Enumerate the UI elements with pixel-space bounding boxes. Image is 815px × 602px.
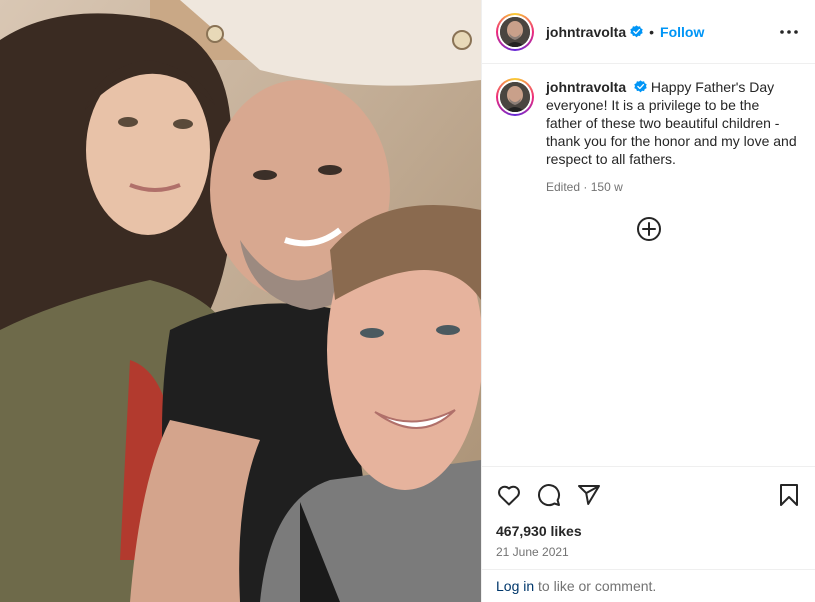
separator-dot: •: [649, 23, 655, 40]
post-photo[interactable]: [0, 0, 481, 602]
post-age[interactable]: 150 w: [591, 180, 623, 194]
login-prompt: Log in to like or comment.: [482, 569, 815, 602]
login-link[interactable]: Log in: [496, 578, 534, 594]
post-date: 21 June 2021: [496, 545, 569, 559]
login-rest-text: to like or comment.: [534, 578, 657, 594]
caption-username[interactable]: johntravolta: [546, 79, 626, 95]
actions-section: 467,930 likes 21 June 2021: [482, 466, 815, 559]
meta-separator: ·: [583, 180, 588, 194]
caption-story-ring[interactable]: [496, 78, 534, 116]
post-header: johntravolta • Follow: [482, 0, 815, 64]
caption-verified-badge-icon: [634, 80, 647, 93]
share-icon[interactable]: [576, 482, 602, 508]
verified-badge-icon: [630, 25, 643, 38]
likes-count[interactable]: 467,930 likes: [496, 523, 802, 539]
comment-icon[interactable]: [536, 482, 562, 508]
more-options-icon[interactable]: [777, 20, 801, 44]
action-icon-row: [496, 481, 802, 509]
caption-avatar[interactable]: [500, 82, 530, 112]
family-selfie-image: [0, 0, 481, 602]
plus-circle-icon[interactable]: [636, 216, 662, 242]
story-ring[interactable]: [496, 12, 534, 51]
caption-meta: Edited · 150 w: [546, 178, 798, 196]
bookmark-icon[interactable]: [776, 482, 802, 508]
caption-body: johntravolta Happy Father's Day everyone…: [546, 78, 798, 196]
heart-icon[interactable]: [496, 482, 522, 508]
follow-button[interactable]: Follow: [660, 24, 704, 40]
caption: johntravolta Happy Father's Day everyone…: [482, 64, 815, 196]
edited-label: Edited: [546, 180, 581, 194]
avatar[interactable]: [500, 16, 530, 47]
post-details-panel: johntravolta • Follow johntravolta Happy…: [481, 0, 815, 602]
post-username[interactable]: johntravolta: [546, 24, 626, 40]
